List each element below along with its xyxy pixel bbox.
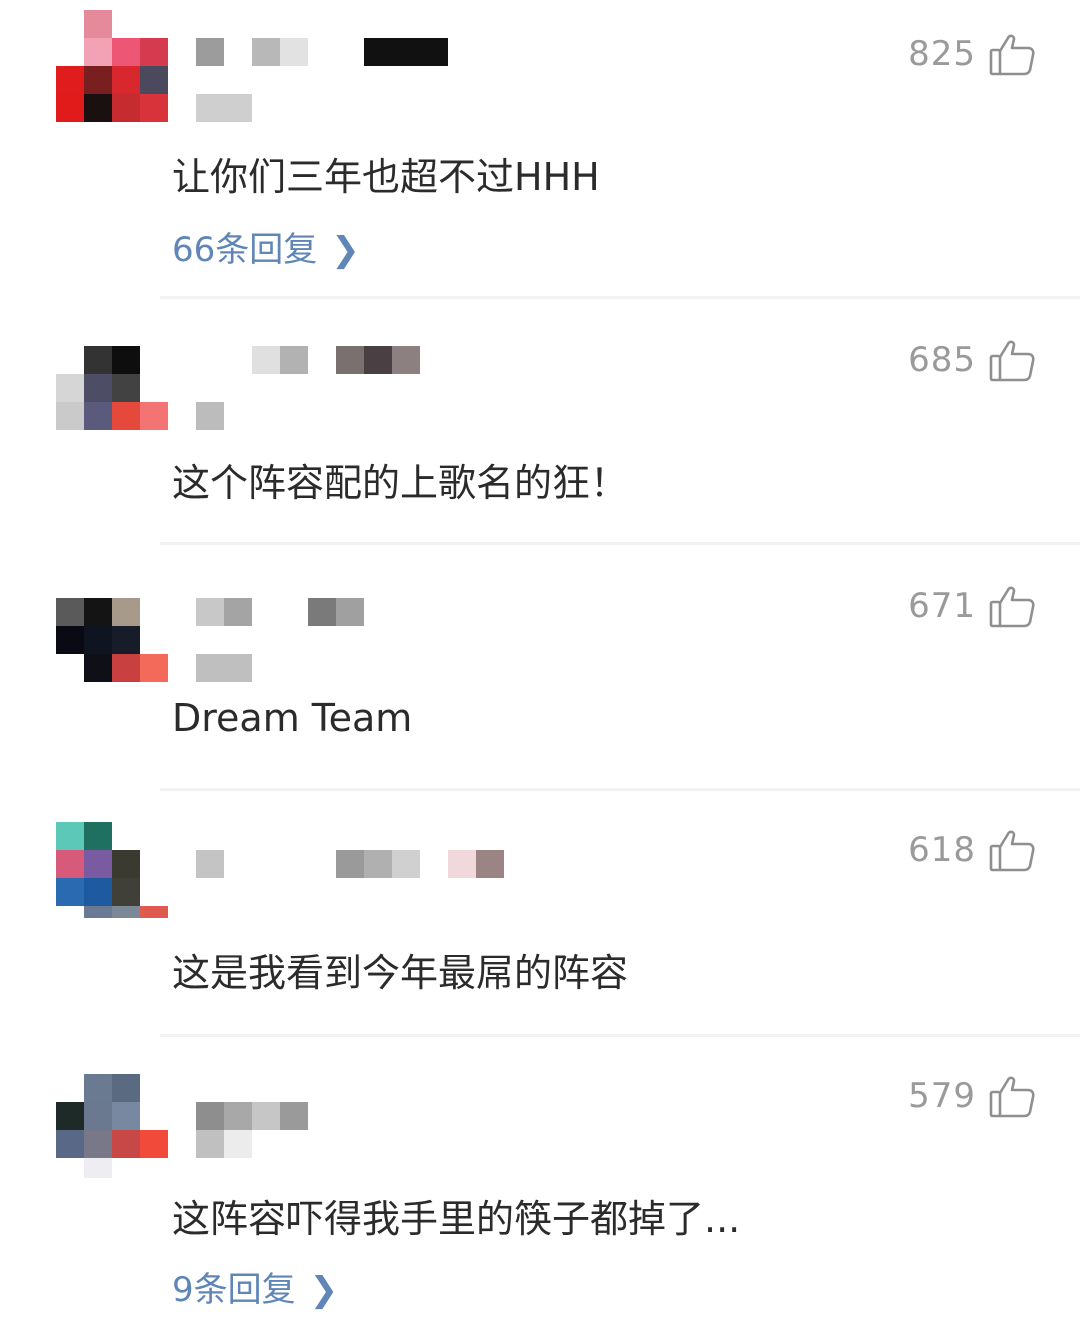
thumbs-up-icon xyxy=(989,1076,1035,1118)
comment-text: 让你们三年也超不过HHH xyxy=(172,155,600,199)
like-count: 685 xyxy=(908,340,976,380)
avatar[interactable] xyxy=(56,1074,168,1186)
like-button[interactable]: 671 xyxy=(908,582,1036,630)
comment-text: 这个阵容配的上歌名的狂！ xyxy=(172,461,629,505)
comment-text: 这是我看到今年最屌的阵容 xyxy=(172,951,629,995)
chevron-right-icon: ❯ xyxy=(331,230,360,270)
thumbs-up-icon xyxy=(989,830,1035,872)
like-count: 671 xyxy=(908,586,976,626)
like-count: 618 xyxy=(908,830,976,870)
like-count: 579 xyxy=(908,1076,976,1116)
avatar[interactable] xyxy=(56,822,168,934)
thumbs-up-icon xyxy=(989,340,1035,382)
like-button[interactable]: 825 xyxy=(908,30,1036,78)
avatar[interactable] xyxy=(56,10,168,122)
comment-item: 685 这个阵容配的上歌名的狂！ xyxy=(0,300,1080,546)
divider xyxy=(160,788,1080,791)
replies-link[interactable]: 66条回复 ❯ xyxy=(172,222,360,271)
avatar[interactable] xyxy=(56,346,168,458)
replies-count: 9条回复 xyxy=(172,1270,296,1310)
comment-text: Dream Team xyxy=(172,696,413,740)
replies-link[interactable]: 9条回复 ❯ xyxy=(172,1262,338,1311)
like-button[interactable]: 685 xyxy=(908,336,1036,384)
thumbs-up-icon xyxy=(989,586,1035,628)
comment-item: 579 这阵容吓得我手里的筷子都掉了... 9条回复 ❯ xyxy=(0,1038,1080,1331)
like-count: 825 xyxy=(908,34,976,74)
chevron-right-icon: ❯ xyxy=(309,1270,339,1310)
avatar[interactable] xyxy=(56,598,168,710)
thumbs-up-icon xyxy=(989,34,1035,76)
divider xyxy=(160,1034,1080,1037)
comment-item: 825 让你们三年也超不过HHH 66条回复 ❯ xyxy=(0,0,1080,300)
like-button[interactable]: 618 xyxy=(908,826,1036,874)
replies-count: 66条回复 xyxy=(172,230,318,270)
like-button[interactable]: 579 xyxy=(908,1072,1036,1120)
divider xyxy=(160,296,1080,299)
divider xyxy=(160,542,1080,545)
comment-text: 这阵容吓得我手里的筷子都掉了... xyxy=(172,1197,741,1241)
comment-item: 618 这是我看到今年最屌的阵容 xyxy=(0,792,1080,1038)
comment-item: 671 Dream Team xyxy=(0,546,1080,792)
